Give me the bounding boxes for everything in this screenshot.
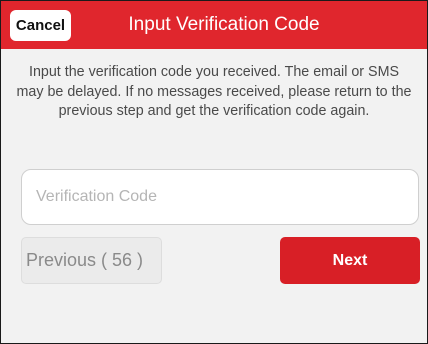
verification-screen: Input Verification Code Cancel Input the… <box>0 0 428 344</box>
previous-button[interactable]: Previous ( 56 ) <box>21 237 162 284</box>
next-button[interactable]: Next <box>280 237 420 284</box>
cancel-button[interactable]: Cancel <box>10 10 71 41</box>
instruction-text: Input the verification code you received… <box>16 64 412 119</box>
title-bar: Input Verification Code Cancel <box>1 1 427 49</box>
verification-code-input[interactable] <box>21 169 419 225</box>
